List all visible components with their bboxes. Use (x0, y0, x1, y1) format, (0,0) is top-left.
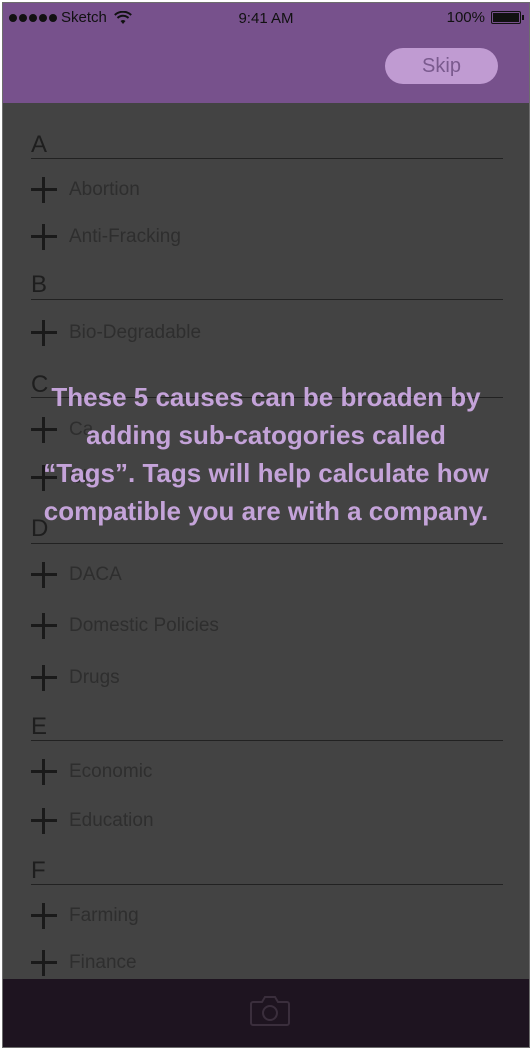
battery-icon (491, 11, 524, 24)
list-item-label: Abortion (69, 179, 140, 200)
list-item-finance[interactable]: Finance (31, 946, 501, 980)
section-divider (31, 299, 503, 300)
section-divider (31, 158, 503, 159)
list-item-drugs[interactable]: Drugs (31, 661, 501, 695)
plus-icon[interactable] (31, 320, 57, 346)
list-item-label: Farming (69, 905, 139, 926)
status-right: 100% (446, 9, 524, 26)
plus-icon[interactable] (31, 224, 57, 250)
section-header-f: F (31, 857, 46, 884)
section-divider (31, 740, 503, 741)
list-item-label: Anti-Fracking (69, 226, 181, 247)
app-screen: Sketch 9:41 AM 100% Skip A Abortion Anti… (2, 2, 530, 1048)
status-bar: Sketch 9:41 AM 100% (3, 3, 529, 33)
list-item-label: Drugs (69, 667, 120, 688)
list-item-abortion[interactable]: Abortion (31, 173, 501, 207)
list-item-bio-degradable[interactable]: Bio-Degradable (31, 316, 501, 350)
list-item-label: Finance (69, 952, 137, 973)
list-item-anti-fracking[interactable]: Anti-Fracking (31, 220, 501, 254)
list-item-label: Domestic Policies (69, 615, 219, 636)
plus-icon[interactable] (31, 562, 57, 588)
camera-icon[interactable] (249, 993, 291, 1027)
cause-list: A Abortion Anti-Fracking B Bio-Degradabl… (3, 103, 529, 979)
plus-icon[interactable] (31, 177, 57, 203)
section-divider (31, 884, 503, 885)
section-header-e: E (31, 713, 48, 740)
section-header-a: A (31, 131, 48, 158)
list-item-label: Economic (69, 761, 153, 782)
list-item-label: DACA (69, 564, 122, 585)
plus-icon[interactable] (31, 808, 57, 834)
skip-button[interactable]: Skip (385, 48, 498, 84)
list-item-daca[interactable]: DACA (31, 558, 501, 592)
plus-icon[interactable] (31, 903, 57, 929)
bottom-bar (3, 979, 529, 1047)
list-item-domestic-policies[interactable]: Domestic Policies (31, 609, 501, 643)
top-header: Sketch 9:41 AM 100% Skip (3, 3, 529, 103)
list-item-economic[interactable]: Economic (31, 755, 501, 789)
list-item-farming[interactable]: Farming (31, 899, 501, 933)
list-item-label: Bio-Degradable (69, 322, 202, 343)
onboarding-message: These 5 causes can be broaden by adding … (43, 382, 489, 526)
list-item-education[interactable]: Education (31, 804, 501, 838)
section-divider (31, 543, 503, 544)
section-header-b: B (31, 271, 48, 298)
plus-icon[interactable] (31, 613, 57, 639)
plus-icon[interactable] (31, 950, 57, 976)
plus-icon[interactable] (31, 759, 57, 785)
battery-percentage: 100% (446, 9, 485, 26)
plus-icon[interactable] (31, 665, 57, 691)
list-item-label: Education (69, 810, 154, 831)
